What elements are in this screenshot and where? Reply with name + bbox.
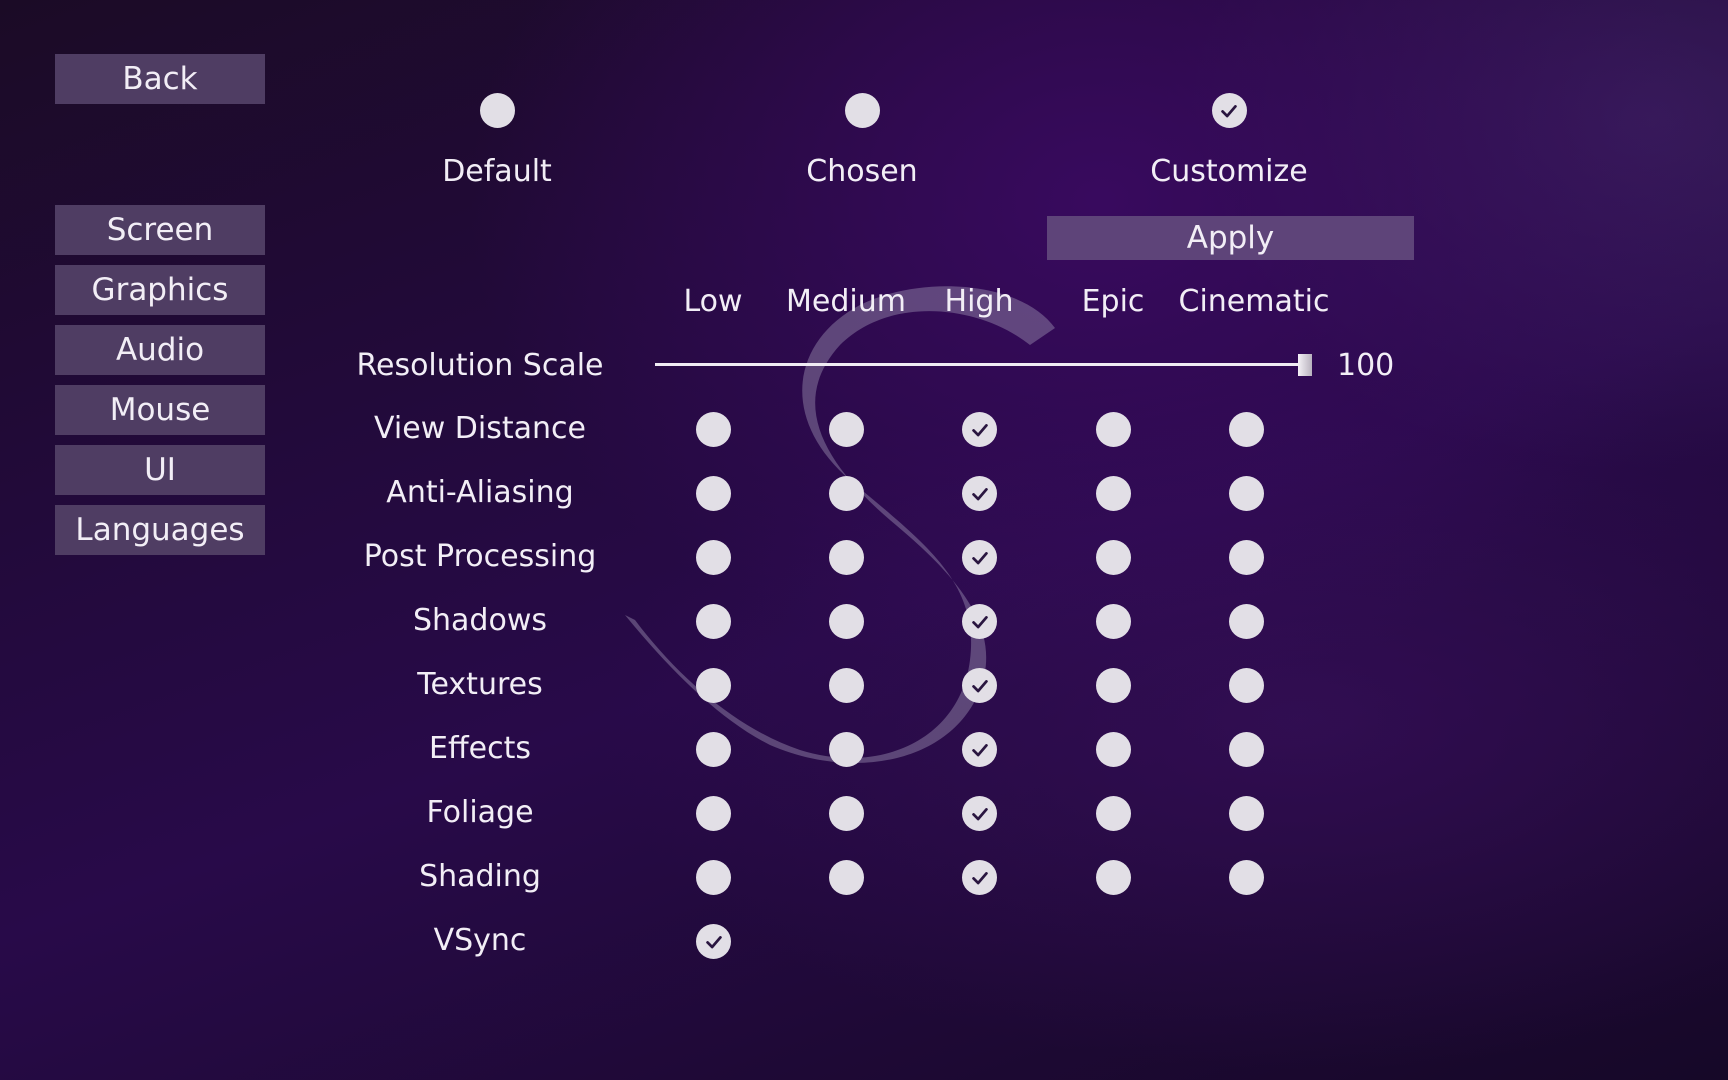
- anti-aliasing-medium-radio[interactable]: [829, 476, 864, 511]
- foliage-cinematic-radio[interactable]: [1229, 796, 1264, 831]
- vsync-checkbox[interactable]: [696, 924, 731, 959]
- post-processing-epic-radio[interactable]: [1096, 540, 1131, 575]
- textures-cinematic-radio[interactable]: [1229, 668, 1264, 703]
- shadows-medium-radio[interactable]: [829, 604, 864, 639]
- foliage-epic-radio[interactable]: [1096, 796, 1131, 831]
- shading-medium-radio[interactable]: [829, 860, 864, 895]
- nav-graphics-button[interactable]: Graphics: [55, 265, 265, 315]
- shading-low-radio[interactable]: [696, 860, 731, 895]
- check-icon: [971, 743, 988, 756]
- preset-customize-radio[interactable]: [1211, 93, 1247, 128]
- anti-aliasing-label: Anti-Aliasing: [386, 475, 574, 510]
- check-icon: [971, 487, 988, 500]
- preset-chosen-radio[interactable]: [844, 93, 880, 128]
- anti-aliasing-high-radio[interactable]: [962, 476, 997, 511]
- textures-medium-radio[interactable]: [829, 668, 864, 703]
- preset-default-radio[interactable]: [479, 93, 515, 128]
- nav-audio-button[interactable]: Audio: [55, 325, 265, 375]
- preset-default[interactable]: Default: [387, 93, 607, 190]
- post-processing-high-radio[interactable]: [962, 540, 997, 575]
- anti-aliasing-epic-radio[interactable]: [1096, 476, 1131, 511]
- shading-label: Shading: [419, 859, 541, 894]
- effects-epic-radio[interactable]: [1096, 732, 1131, 767]
- check-icon: [971, 679, 988, 692]
- resolution-scale-label: Resolution Scale: [356, 348, 604, 383]
- check-icon: [971, 871, 988, 884]
- shadows-high-radio[interactable]: [962, 604, 997, 639]
- effects-high-radio[interactable]: [962, 732, 997, 767]
- resolution-scale-value: 100: [1337, 348, 1395, 383]
- nav-mouse-button[interactable]: Mouse: [55, 385, 265, 435]
- nav-screen-button[interactable]: Screen: [55, 205, 265, 255]
- check-icon: [971, 551, 988, 564]
- shading-high-radio[interactable]: [962, 860, 997, 895]
- foliage-medium-radio[interactable]: [829, 796, 864, 831]
- back-button[interactable]: Back: [55, 54, 265, 104]
- textures-high-radio[interactable]: [962, 668, 997, 703]
- resolution-scale-handle[interactable]: [1298, 354, 1312, 376]
- nav-ui-button[interactable]: UI: [55, 445, 265, 495]
- post-processing-cinematic-radio[interactable]: [1229, 540, 1264, 575]
- check-icon: [705, 935, 722, 948]
- view-distance-epic-radio[interactable]: [1096, 412, 1131, 447]
- shading-epic-radio[interactable]: [1096, 860, 1131, 895]
- textures-label: Textures: [417, 667, 543, 702]
- vsync-label: VSync: [433, 923, 527, 958]
- resolution-scale-slider[interactable]: [655, 363, 1305, 366]
- post-processing-label: Post Processing: [363, 539, 597, 574]
- view-distance-label: View Distance: [374, 411, 586, 446]
- shadows-cinematic-radio[interactable]: [1229, 604, 1264, 639]
- shadows-label: Shadows: [412, 603, 547, 638]
- check-icon: [1221, 104, 1237, 117]
- post-processing-medium-radio[interactable]: [829, 540, 864, 575]
- effects-label: Effects: [429, 731, 531, 766]
- preset-customize[interactable]: Customize: [1119, 93, 1339, 190]
- shadows-low-radio[interactable]: [696, 604, 731, 639]
- foliage-high-radio[interactable]: [962, 796, 997, 831]
- view-distance-high-radio[interactable]: [962, 412, 997, 447]
- check-icon: [971, 615, 988, 628]
- nav-languages-button[interactable]: Languages: [55, 505, 265, 555]
- textures-epic-radio[interactable]: [1096, 668, 1131, 703]
- column-header-cinematic: Cinematic: [1178, 284, 1330, 319]
- preset-customize-label: Customize: [1150, 154, 1308, 189]
- effects-cinematic-radio[interactable]: [1229, 732, 1264, 767]
- effects-medium-radio[interactable]: [829, 732, 864, 767]
- view-distance-medium-radio[interactable]: [829, 412, 864, 447]
- foliage-low-radio[interactable]: [696, 796, 731, 831]
- shadows-epic-radio[interactable]: [1096, 604, 1131, 639]
- check-icon: [971, 807, 988, 820]
- anti-aliasing-low-radio[interactable]: [696, 476, 731, 511]
- shading-cinematic-radio[interactable]: [1229, 860, 1264, 895]
- view-distance-cinematic-radio[interactable]: [1229, 412, 1264, 447]
- s-logo-watermark: [625, 286, 1055, 763]
- preset-default-label: Default: [442, 154, 552, 189]
- textures-low-radio[interactable]: [696, 668, 731, 703]
- view-distance-low-radio[interactable]: [696, 412, 731, 447]
- preset-chosen-label: Chosen: [806, 154, 918, 189]
- foliage-label: Foliage: [426, 795, 534, 830]
- apply-button[interactable]: Apply: [1047, 216, 1414, 260]
- effects-low-radio[interactable]: [696, 732, 731, 767]
- anti-aliasing-cinematic-radio[interactable]: [1229, 476, 1264, 511]
- post-processing-low-radio[interactable]: [696, 540, 731, 575]
- preset-chosen[interactable]: Chosen: [752, 93, 972, 190]
- check-icon: [971, 423, 988, 436]
